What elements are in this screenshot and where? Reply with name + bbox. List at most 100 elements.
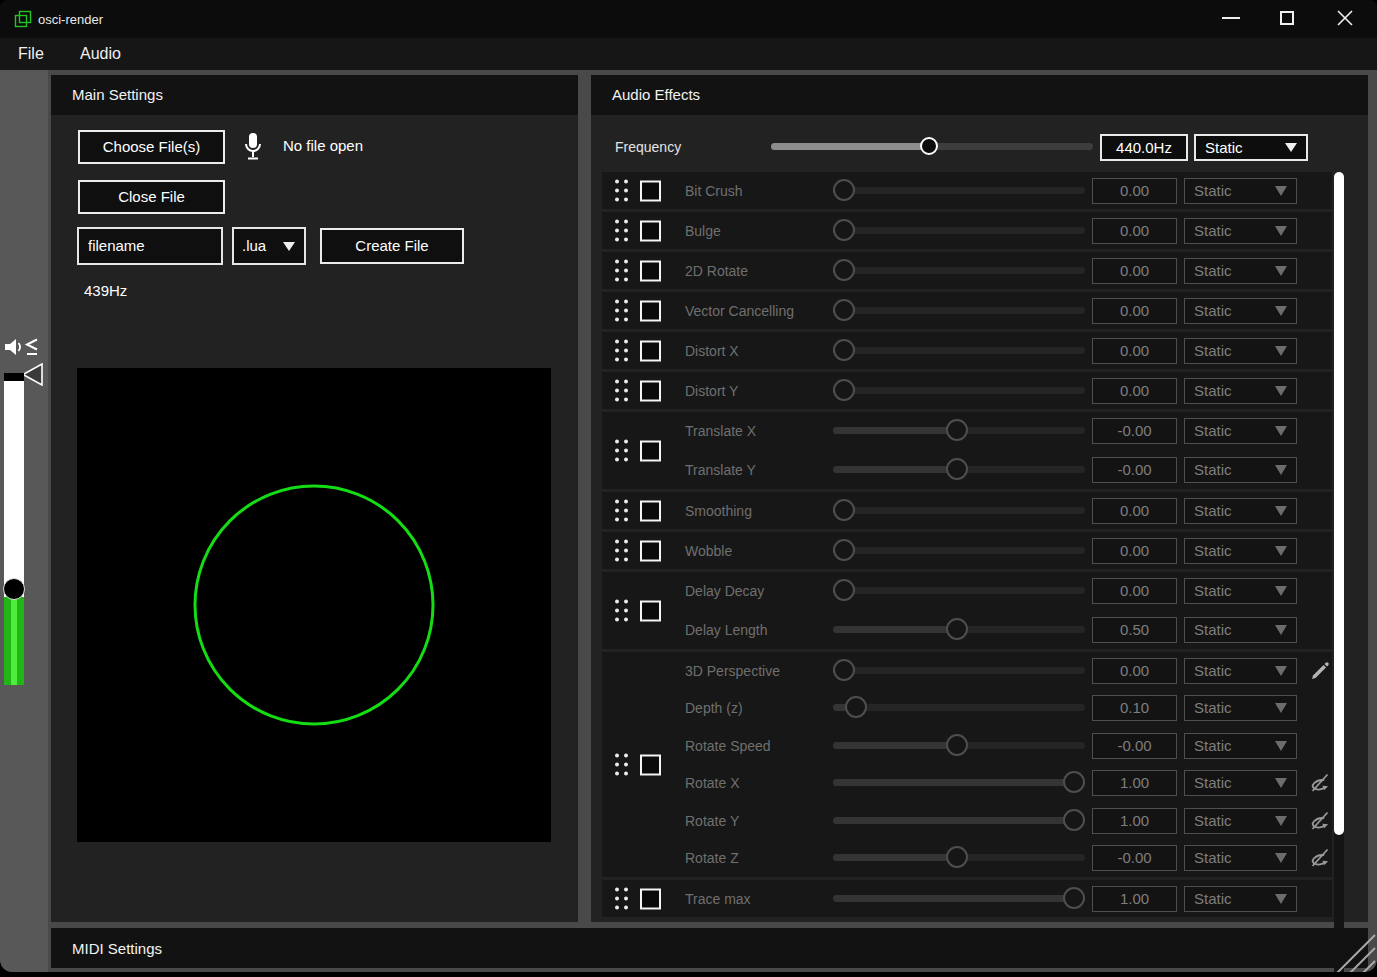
rotate-axis-disabled-icon[interactable] bbox=[1308, 846, 1332, 870]
effect-mode-dropdown[interactable]: Static bbox=[1184, 298, 1297, 324]
effect-value-box[interactable]: -0.00 bbox=[1092, 457, 1177, 483]
effect-mode-dropdown[interactable]: Static bbox=[1184, 498, 1297, 524]
effect-slider-thumb[interactable] bbox=[833, 539, 855, 561]
extension-dropdown[interactable]: .lua bbox=[232, 227, 306, 265]
effect-mode-dropdown[interactable]: Static bbox=[1184, 658, 1297, 684]
effect-mode-dropdown[interactable]: Static bbox=[1184, 457, 1297, 483]
effect-value-box[interactable]: 0.00 bbox=[1092, 498, 1177, 524]
effect-slider[interactable] bbox=[833, 187, 1085, 194]
effect-mode-dropdown[interactable]: Static bbox=[1184, 538, 1297, 564]
effect-slider-thumb[interactable] bbox=[833, 299, 855, 321]
effect-slider[interactable] bbox=[833, 507, 1085, 514]
effect-value-box[interactable]: 0.00 bbox=[1092, 338, 1177, 364]
effect-mode-dropdown[interactable]: Static bbox=[1184, 808, 1297, 834]
effect-mode-dropdown[interactable]: Static bbox=[1184, 418, 1297, 444]
effect-mode-dropdown[interactable]: Static bbox=[1184, 617, 1297, 643]
effect-slider[interactable] bbox=[833, 427, 1085, 434]
effect-value-box[interactable]: -0.00 bbox=[1092, 733, 1177, 759]
microphone-icon[interactable] bbox=[244, 132, 262, 161]
effect-slider[interactable] bbox=[833, 704, 1085, 711]
effect-mode-dropdown[interactable]: Static bbox=[1184, 770, 1297, 796]
effect-slider-thumb[interactable] bbox=[946, 734, 968, 756]
effect-mode-dropdown[interactable]: Static bbox=[1184, 578, 1297, 604]
effect-slider-thumb[interactable] bbox=[833, 259, 855, 281]
effect-mode-dropdown[interactable]: Static bbox=[1184, 886, 1297, 912]
minimize-button[interactable] bbox=[1222, 17, 1240, 19]
effect-slider-thumb[interactable] bbox=[1063, 887, 1085, 909]
frequency-mode-dropdown[interactable]: Static bbox=[1194, 134, 1308, 161]
effect-slider-thumb[interactable] bbox=[845, 696, 867, 718]
filename-input[interactable]: filename bbox=[77, 227, 223, 265]
effect-mode-dropdown[interactable]: Static bbox=[1184, 378, 1297, 404]
effect-slider[interactable] bbox=[833, 267, 1085, 274]
effect-mode-dropdown[interactable]: Static bbox=[1184, 338, 1297, 364]
effect-slider-thumb[interactable] bbox=[946, 846, 968, 868]
effect-value-box[interactable]: 0.00 bbox=[1092, 218, 1177, 244]
volume-marker-icon[interactable] bbox=[21, 363, 43, 386]
midi-settings-bar[interactable]: MIDI Settings bbox=[51, 928, 1368, 968]
effect-slider[interactable] bbox=[833, 587, 1085, 594]
effect-slider[interactable] bbox=[833, 817, 1085, 824]
effect-value-box[interactable]: 0.00 bbox=[1092, 538, 1177, 564]
effect-slider-thumb[interactable] bbox=[946, 618, 968, 640]
effect-value-box[interactable]: -0.00 bbox=[1092, 418, 1177, 444]
effect-slider-thumb[interactable] bbox=[1063, 771, 1085, 793]
effect-mode-dropdown[interactable]: Static bbox=[1184, 258, 1297, 284]
effect-slider[interactable] bbox=[833, 626, 1085, 633]
effect-value-box[interactable]: 1.00 bbox=[1092, 808, 1177, 834]
volume-slider[interactable] bbox=[4, 373, 24, 685]
effect-value-box[interactable]: 0.00 bbox=[1092, 578, 1177, 604]
effect-slider[interactable] bbox=[833, 854, 1085, 861]
effect-slider-thumb[interactable] bbox=[833, 379, 855, 401]
menu-file[interactable]: File bbox=[18, 38, 44, 70]
effect-slider[interactable] bbox=[833, 387, 1085, 394]
effect-slider-thumb[interactable] bbox=[946, 458, 968, 480]
effect-mode-dropdown[interactable]: Static bbox=[1184, 178, 1297, 204]
effect-slider[interactable] bbox=[833, 547, 1085, 554]
resize-grip[interactable] bbox=[1334, 933, 1377, 972]
close-file-button[interactable]: Close File bbox=[78, 180, 225, 214]
effect-slider[interactable] bbox=[833, 307, 1085, 314]
effect-slider-thumb[interactable] bbox=[833, 219, 855, 241]
close-button[interactable] bbox=[1337, 10, 1353, 26]
effect-value-box[interactable]: 0.10 bbox=[1092, 695, 1177, 721]
menu-audio[interactable]: Audio bbox=[80, 38, 121, 70]
effect-slider[interactable] bbox=[833, 227, 1085, 234]
effect-value-box[interactable]: 0.00 bbox=[1092, 658, 1177, 684]
effect-slider-thumb[interactable] bbox=[1063, 809, 1085, 831]
effect-value-box[interactable]: 1.00 bbox=[1092, 770, 1177, 796]
effect-slider-thumb[interactable] bbox=[833, 579, 855, 601]
maximize-button[interactable] bbox=[1280, 11, 1294, 25]
effect-value-box[interactable]: 0.00 bbox=[1092, 178, 1177, 204]
frequency-slider[interactable] bbox=[771, 143, 1093, 150]
effect-value-box[interactable]: 0.50 bbox=[1092, 617, 1177, 643]
effect-slider-thumb[interactable] bbox=[833, 659, 855, 681]
choose-file-button[interactable]: Choose File(s) bbox=[78, 130, 225, 164]
edit-pencil-icon[interactable] bbox=[1308, 659, 1332, 683]
effect-mode-dropdown[interactable]: Static bbox=[1184, 695, 1297, 721]
effect-slider[interactable] bbox=[833, 466, 1085, 473]
effect-slider-thumb[interactable] bbox=[833, 499, 855, 521]
effect-value-box[interactable]: -0.00 bbox=[1092, 845, 1177, 871]
rotate-axis-disabled-icon[interactable] bbox=[1308, 809, 1332, 833]
effect-mode-dropdown[interactable]: Static bbox=[1184, 733, 1297, 759]
rotate-axis-disabled-icon[interactable] bbox=[1308, 771, 1332, 795]
effect-value-box[interactable]: 0.00 bbox=[1092, 298, 1177, 324]
frequency-slider-thumb[interactable] bbox=[920, 137, 938, 155]
effect-slider-thumb[interactable] bbox=[833, 179, 855, 201]
effect-value-box[interactable]: 0.00 bbox=[1092, 378, 1177, 404]
effect-slider-thumb[interactable] bbox=[833, 339, 855, 361]
effect-value-box[interactable]: 1.00 bbox=[1092, 886, 1177, 912]
effect-slider[interactable] bbox=[833, 347, 1085, 354]
scrollbar-thumb[interactable] bbox=[1334, 172, 1344, 835]
effect-slider-thumb[interactable] bbox=[946, 419, 968, 441]
effect-slider[interactable] bbox=[833, 779, 1085, 786]
frequency-value-box[interactable]: 440.0Hz bbox=[1100, 134, 1188, 161]
volume-slider-thumb[interactable] bbox=[3, 578, 25, 600]
effect-value-box[interactable]: 0.00 bbox=[1092, 258, 1177, 284]
effect-slider[interactable] bbox=[833, 742, 1085, 749]
effect-slider[interactable] bbox=[833, 895, 1085, 902]
effect-mode-dropdown[interactable]: Static bbox=[1184, 218, 1297, 244]
effect-mode-dropdown[interactable]: Static bbox=[1184, 845, 1297, 871]
effect-slider[interactable] bbox=[833, 667, 1085, 674]
